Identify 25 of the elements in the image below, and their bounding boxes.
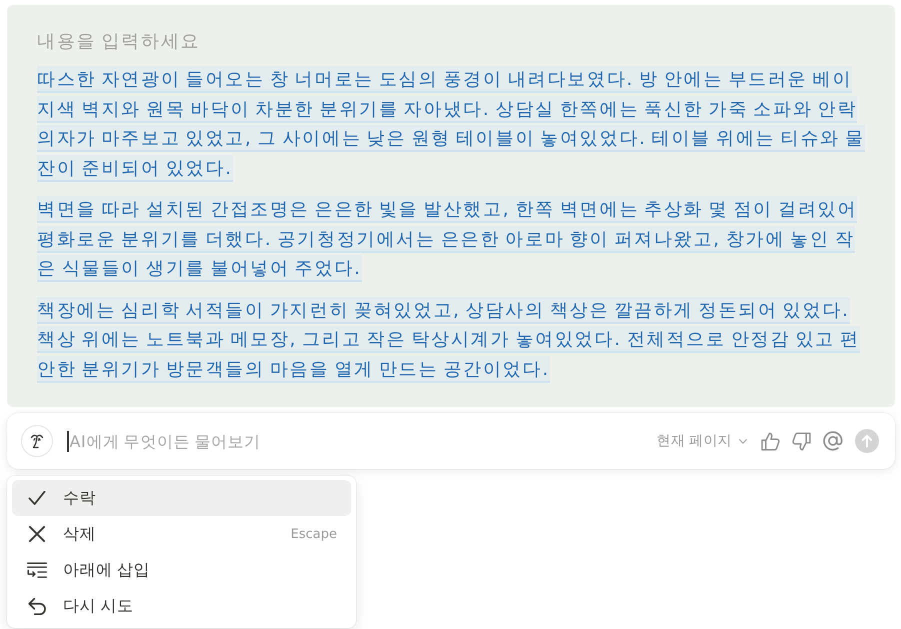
at-sign-icon [823, 431, 843, 451]
menu-item-label: 삭제 [63, 524, 98, 544]
ask-ai-input[interactable]: AI에게 무엇이든 물어보기 [68, 429, 657, 453]
thumbs-up-button[interactable] [761, 432, 780, 450]
mention-button[interactable] [823, 431, 843, 451]
menu-item-label: 다시 시도 [63, 596, 135, 616]
menu-item[interactable]: 수락 [12, 480, 351, 516]
arrow-up-icon [855, 429, 879, 453]
menu-item-label: 아래에 삽입 [63, 560, 152, 580]
menu-item[interactable]: 다시 시도 [12, 588, 351, 624]
figure-icon [21, 425, 53, 457]
menu-item[interactable]: 아래에 삽입 [12, 552, 351, 588]
title-field[interactable]: 내용을 입력하세요 [37, 28, 207, 55]
thumbs-down-icon [792, 432, 811, 450]
shortcut-hint: Escape [290, 526, 337, 542]
undo-icon [28, 598, 46, 614]
thumbs-down-button[interactable] [792, 432, 811, 450]
close-icon [29, 526, 45, 542]
menu-item[interactable]: 삭제 Escape [12, 516, 351, 552]
insert-below-icon [27, 562, 47, 578]
chevron-down-icon [739, 438, 747, 444]
menu-item-label: 수락 [63, 488, 98, 508]
thumbs-up-icon [761, 432, 780, 450]
paragraph-text: 따스한 자연광이 들어오는 창 너머로는 도심의 풍경이 내려다보였다. 방 안에는 부드러운 베이지색 벽지와 원목 바닥이 차분한 분위기를 자아냈다. 상담실 한쪽에는 푹신한 가죽 소파와 안락의자가 마주보고 있었고, 그 사이에는 낮은 원형 테이블이 놓여있었다. 테이블 위에는 티슈와 물잔이 준비되어 있었다. [37, 65, 868, 183]
check-icon [28, 491, 46, 505]
